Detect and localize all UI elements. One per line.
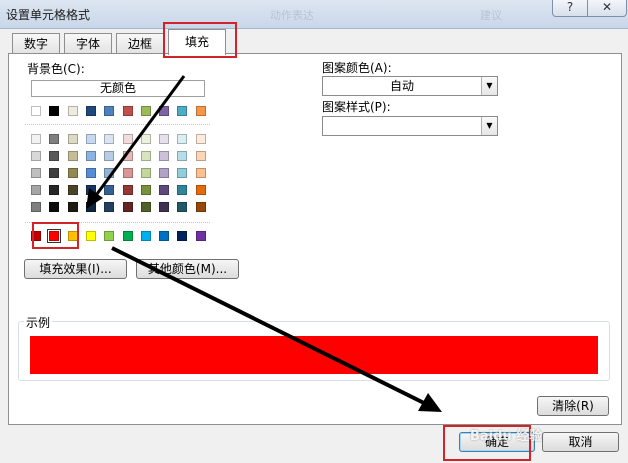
color-swatch[interactable] [85, 106, 96, 116]
sample-preview [30, 336, 598, 374]
color-swatch[interactable] [85, 231, 96, 241]
color-swatch[interactable] [195, 185, 206, 195]
color-swatch[interactable] [159, 134, 170, 144]
color-swatch[interactable] [49, 151, 60, 161]
color-swatch[interactable] [140, 202, 151, 212]
color-swatch[interactable] [49, 185, 60, 195]
background-title-text-2: 建议 [480, 9, 502, 22]
color-swatch[interactable] [31, 151, 41, 161]
color-swatch[interactable] [67, 134, 78, 144]
color-swatch[interactable] [85, 151, 96, 161]
color-swatch[interactable] [177, 231, 188, 241]
color-swatch[interactable] [122, 168, 133, 178]
color-swatch[interactable] [140, 151, 151, 161]
clear-button[interactable]: 清除(R) [537, 396, 609, 416]
pattern-style-select[interactable]: ▼ [322, 116, 498, 136]
close-button[interactable]: ✕ [587, 0, 627, 17]
color-swatch[interactable] [104, 185, 115, 195]
color-swatch[interactable] [159, 231, 170, 241]
color-swatch[interactable] [177, 202, 188, 212]
color-swatch[interactable] [85, 134, 96, 144]
color-swatch[interactable] [159, 106, 170, 116]
color-swatch[interactable] [122, 231, 133, 241]
color-swatch[interactable] [122, 151, 133, 161]
color-swatch[interactable] [177, 185, 188, 195]
palette-separator [25, 124, 210, 126]
color-swatch[interactable] [49, 134, 60, 144]
color-swatch[interactable] [67, 168, 78, 178]
color-swatch[interactable] [122, 185, 133, 195]
color-swatch[interactable] [140, 134, 151, 144]
color-swatch[interactable] [104, 231, 115, 241]
color-swatch[interactable] [122, 202, 133, 212]
background-title-text: 动作表达 [270, 9, 314, 22]
tab-font[interactable]: 字体 [64, 33, 112, 54]
title-bar: 设置单元格格式 动作表达 建议 ? ✕ [0, 0, 628, 29]
color-swatch[interactable] [140, 106, 151, 116]
color-swatch[interactable] [195, 134, 206, 144]
color-swatch[interactable] [31, 106, 41, 116]
pattern-color-value: 自动 [389, 79, 414, 93]
fill-effects-button[interactable]: 填充效果(I)... [24, 259, 127, 279]
color-swatch[interactable] [85, 168, 96, 178]
more-colors-button[interactable]: 其他颜色(M)... [136, 259, 239, 279]
tab-number[interactable]: 数字 [12, 33, 60, 54]
tab-border[interactable]: 边框 [116, 33, 164, 54]
color-swatch[interactable] [159, 202, 170, 212]
color-swatch[interactable] [195, 106, 206, 116]
color-swatch[interactable] [195, 151, 206, 161]
color-swatch[interactable] [177, 134, 188, 144]
no-color-button[interactable]: 无颜色 [31, 80, 205, 97]
help-button[interactable]: ? [552, 0, 588, 17]
color-swatch[interactable] [159, 185, 170, 195]
color-swatch[interactable] [67, 185, 78, 195]
color-swatch[interactable] [177, 106, 188, 116]
color-swatch[interactable] [104, 168, 115, 178]
pattern-color-label: 图案颜色(A): [322, 61, 392, 75]
highlight-red-swatch [32, 222, 79, 249]
color-swatch[interactable] [140, 185, 151, 195]
color-swatch[interactable] [122, 106, 133, 116]
chevron-down-icon[interactable]: ▼ [481, 77, 497, 95]
color-swatch[interactable] [49, 202, 60, 212]
color-swatch[interactable] [85, 185, 96, 195]
color-swatch[interactable] [104, 202, 115, 212]
color-swatch[interactable] [104, 106, 115, 116]
color-swatch[interactable] [195, 231, 206, 241]
color-swatch[interactable] [122, 134, 133, 144]
background-color-label: 背景色(C): [27, 62, 85, 76]
sample-label: 示例 [24, 314, 53, 331]
tab-fill[interactable]: 填充 [168, 29, 226, 55]
color-swatch[interactable] [31, 134, 41, 144]
color-swatch[interactable] [140, 168, 151, 178]
color-swatch[interactable] [104, 151, 115, 161]
pattern-style-label: 图案样式(P): [322, 100, 391, 114]
chevron-down-icon[interactable]: ▼ [481, 117, 497, 135]
cancel-button[interactable]: 取消 [542, 432, 619, 452]
color-swatch[interactable] [177, 168, 188, 178]
color-swatch[interactable] [177, 151, 188, 161]
color-swatch[interactable] [67, 151, 78, 161]
color-swatch[interactable] [104, 134, 115, 144]
watermark-logo: Baidu 经验 [470, 429, 543, 444]
window-title: 设置单元格格式 [6, 8, 91, 22]
color-swatch[interactable] [31, 202, 41, 212]
color-swatch[interactable] [67, 202, 78, 212]
color-swatch[interactable] [67, 106, 78, 116]
color-swatch[interactable] [159, 151, 170, 161]
color-swatch[interactable] [49, 168, 60, 178]
color-swatch[interactable] [31, 185, 41, 195]
color-swatch[interactable] [31, 168, 41, 178]
color-swatch[interactable] [49, 106, 60, 116]
pattern-color-select[interactable]: 自动 ▼ [322, 76, 498, 96]
color-swatch[interactable] [140, 231, 151, 241]
color-swatch[interactable] [195, 168, 206, 178]
color-swatch[interactable] [195, 202, 206, 212]
color-swatch[interactable] [85, 202, 96, 212]
color-swatch[interactable] [159, 168, 170, 178]
